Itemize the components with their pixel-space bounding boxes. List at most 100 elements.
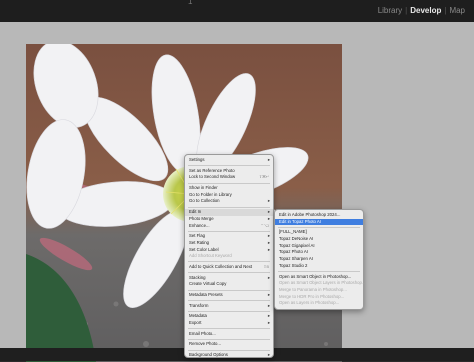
menu-item-label: Go to Folder in Library [189,191,232,197]
menu-item-label: Background Options [189,352,228,358]
submenu-item-open-as-smart-object-in-photoshop[interactable]: Open as Smart Object in Photoshop... [275,274,363,281]
menu-item-label: Metadata Presets [189,292,223,297]
menu-item-label: Export [189,320,202,326]
module-bar: 1 Library | Develop | Map [0,0,474,22]
menu-item-label: Topaz Sharpen AI [279,256,313,262]
menu-item-label: Stacking [189,274,206,280]
menu-item-label: Email Photo... [189,330,216,336]
menu-item-label: Metadata [189,313,207,319]
submenu-item-topaz-studio-2[interactable]: Topaz Studio 2 [275,263,363,270]
module-map[interactable]: Map [446,6,468,15]
menu-item-label: [FULL_NAME] [279,229,307,235]
chevron-right-icon: ▸ [267,292,270,297]
menu-item-background-options[interactable]: Background Options ▸ [185,352,273,359]
menu-item-lock-to-second-window[interactable]: Lock to Second Window ⇧⌘↵ [185,174,273,181]
menu-item-label: Set Color Label [189,246,219,252]
menu-divider [188,182,270,184]
shortcut-hint: ⇧⌘↵ [258,175,269,180]
chevron-right-icon: ▸ [267,302,270,308]
submenu-item-open-as-smart-object-layers-in-photoshop: Open as Smart Object Layers in Photoshop… [275,280,365,287]
menu-divider [188,289,270,291]
menu-item-label: Edit in Topaz Photo AI [279,218,321,224]
menu-item-set-as-reference-photo[interactable]: Set as Reference Photo [185,168,273,175]
menu-item-label: Topaz Studio 2 [279,262,308,268]
menu-item-label: Create Virtual Copy [189,281,227,287]
menu-item-show-in-finder[interactable]: Show in Finder [185,185,273,192]
menu-item-label: Open as Layers in Photoshop... [279,300,340,306]
menu-item-label: Set as Reference Photo [189,167,235,173]
chevron-right-icon: ▸ [267,233,270,239]
menu-item-label: Transform [189,302,209,308]
menu-item-label: Merge to Panorama in Photoshop... [279,286,347,292]
menu-divider [188,165,270,167]
submenu-item-edit-in-adobe-photoshop-2024[interactable]: Edit in Adobe Photoshop 2024... [275,212,363,219]
menu-item-metadata-presets[interactable]: Metadata Presets ▸ [185,292,273,299]
menu-item-label: Topaz DeNoise AI [279,236,314,242]
chevron-right-icon: ▸ [267,239,270,245]
chevron-right-icon: ▸ [267,313,270,319]
menu-item-label: Edit In [189,209,202,215]
submenu-item-topaz-photo-ai[interactable]: Topaz Photo AI [275,249,363,256]
menu-item-export[interactable]: Export ▸ [185,320,273,327]
module-develop[interactable]: Develop [407,6,444,15]
menu-item-remove-photo[interactable]: Remove Photo... [185,341,273,348]
menu-item-label: Lock to Second Window [189,174,236,180]
menu-item-transform[interactable]: Transform ▸ [185,303,273,310]
chevron-right-icon: ▸ [267,274,270,280]
menu-item-edit-in[interactable]: Edit In ▸ [185,209,273,216]
menu-divider [188,338,270,340]
menu-divider [278,226,360,228]
menu-item-label: Go to Collection [189,198,220,204]
menu-item-label: Remove Photo... [189,341,222,347]
module-library[interactable]: Library [375,6,405,15]
menu-item-set-flag[interactable]: Set Flag ▸ [185,233,273,240]
submenu-item-merge-to-hdr-pro-in-photoshop: Merge to HDR Pro in Photoshop... [275,294,363,301]
menu-divider [188,300,270,302]
menu-item-settings[interactable]: Settings ▸ [185,157,273,164]
menu-item-add-shortcut-keyword: Add Shortcut Keyword [185,253,273,260]
submenu-item-topaz-gigapixel-ai[interactable]: Topaz Gigapixel AI [275,243,363,250]
menu-item-set-rating[interactable]: Set Rating ▸ [185,240,273,247]
menu-item-go-to-folder-in-library[interactable]: Go to Folder in Library [185,192,273,199]
menu-item-label: Photo Merge [189,215,214,221]
shortcut-hint: ⇧B [263,264,269,269]
submenu-item-edit-in-topaz-photo-ai[interactable]: Edit in Topaz Photo AI [275,218,363,226]
module-picker: Library | Develop | Map [375,6,468,15]
menu-item-label: Add to Quick Collection and Next [189,263,253,269]
menu-item-label: Merge to HDR Pro in Photoshop... [279,293,345,299]
menu-item-label: Topaz Gigapixel AI [279,242,315,248]
menu-item-label: Settings [189,157,205,162]
chevron-right-icon: ▸ [267,246,270,252]
menu-item-label: Edit in Adobe Photoshop 2024... [279,212,341,217]
menu-item-photo-merge[interactable]: Photo Merge ▸ [185,216,273,223]
menu-item-label: Set Flag [189,233,206,239]
menu-divider [188,230,270,232]
menu-item-enhance[interactable]: Enhance... ⌃⌥I [185,223,273,230]
menu-item-metadata[interactable]: Metadata ▸ [185,313,273,320]
menu-item-stacking[interactable]: Stacking ▸ [185,275,273,282]
menu-item-label: Enhance... [189,222,210,228]
menu-item-go-to-collection[interactable]: Go to Collection ▸ [185,198,273,205]
submenu-item-open-as-layers-in-photoshop: Open as Layers in Photoshop... [275,300,363,307]
menu-divider [188,272,270,274]
chevron-right-icon: ▸ [267,157,270,162]
submenu-item-topaz-sharpen-ai[interactable]: Topaz Sharpen AI [275,256,363,263]
menu-item-create-virtual-copy[interactable]: Create Virtual Copy [185,281,273,288]
chevron-right-icon: ▸ [267,320,270,326]
menu-item-email-photo[interactable]: Email Photo... [185,331,273,338]
menu-item-label: Open as Smart Object in Photoshop... [279,273,352,279]
menu-divider [188,206,270,208]
submenu-item-full-name[interactable]: [FULL_NAME] [275,229,363,236]
submenu-item-topaz-denoise-ai[interactable]: Topaz DeNoise AI [275,236,363,243]
menu-divider [188,349,270,351]
chevron-right-icon: ▸ [267,198,270,204]
menu-item-add-to-quick-collection-and-next[interactable]: Add to Quick Collection and Next ⇧B [185,264,273,271]
menu-item-set-color-label[interactable]: Set Color Label ▸ [185,247,273,254]
menu-divider [188,328,270,330]
edit-in-submenu: Edit in Adobe Photoshop 2024... Edit in T… [274,209,365,310]
shortcut-hint: ⌃⌥I [260,223,269,228]
menu-divider [188,310,270,312]
menu-item-label: Show in Finder [189,185,218,191]
submenu-item-merge-to-panorama-in-photoshop: Merge to Panorama in Photoshop... [275,287,363,294]
menu-divider [188,261,270,263]
